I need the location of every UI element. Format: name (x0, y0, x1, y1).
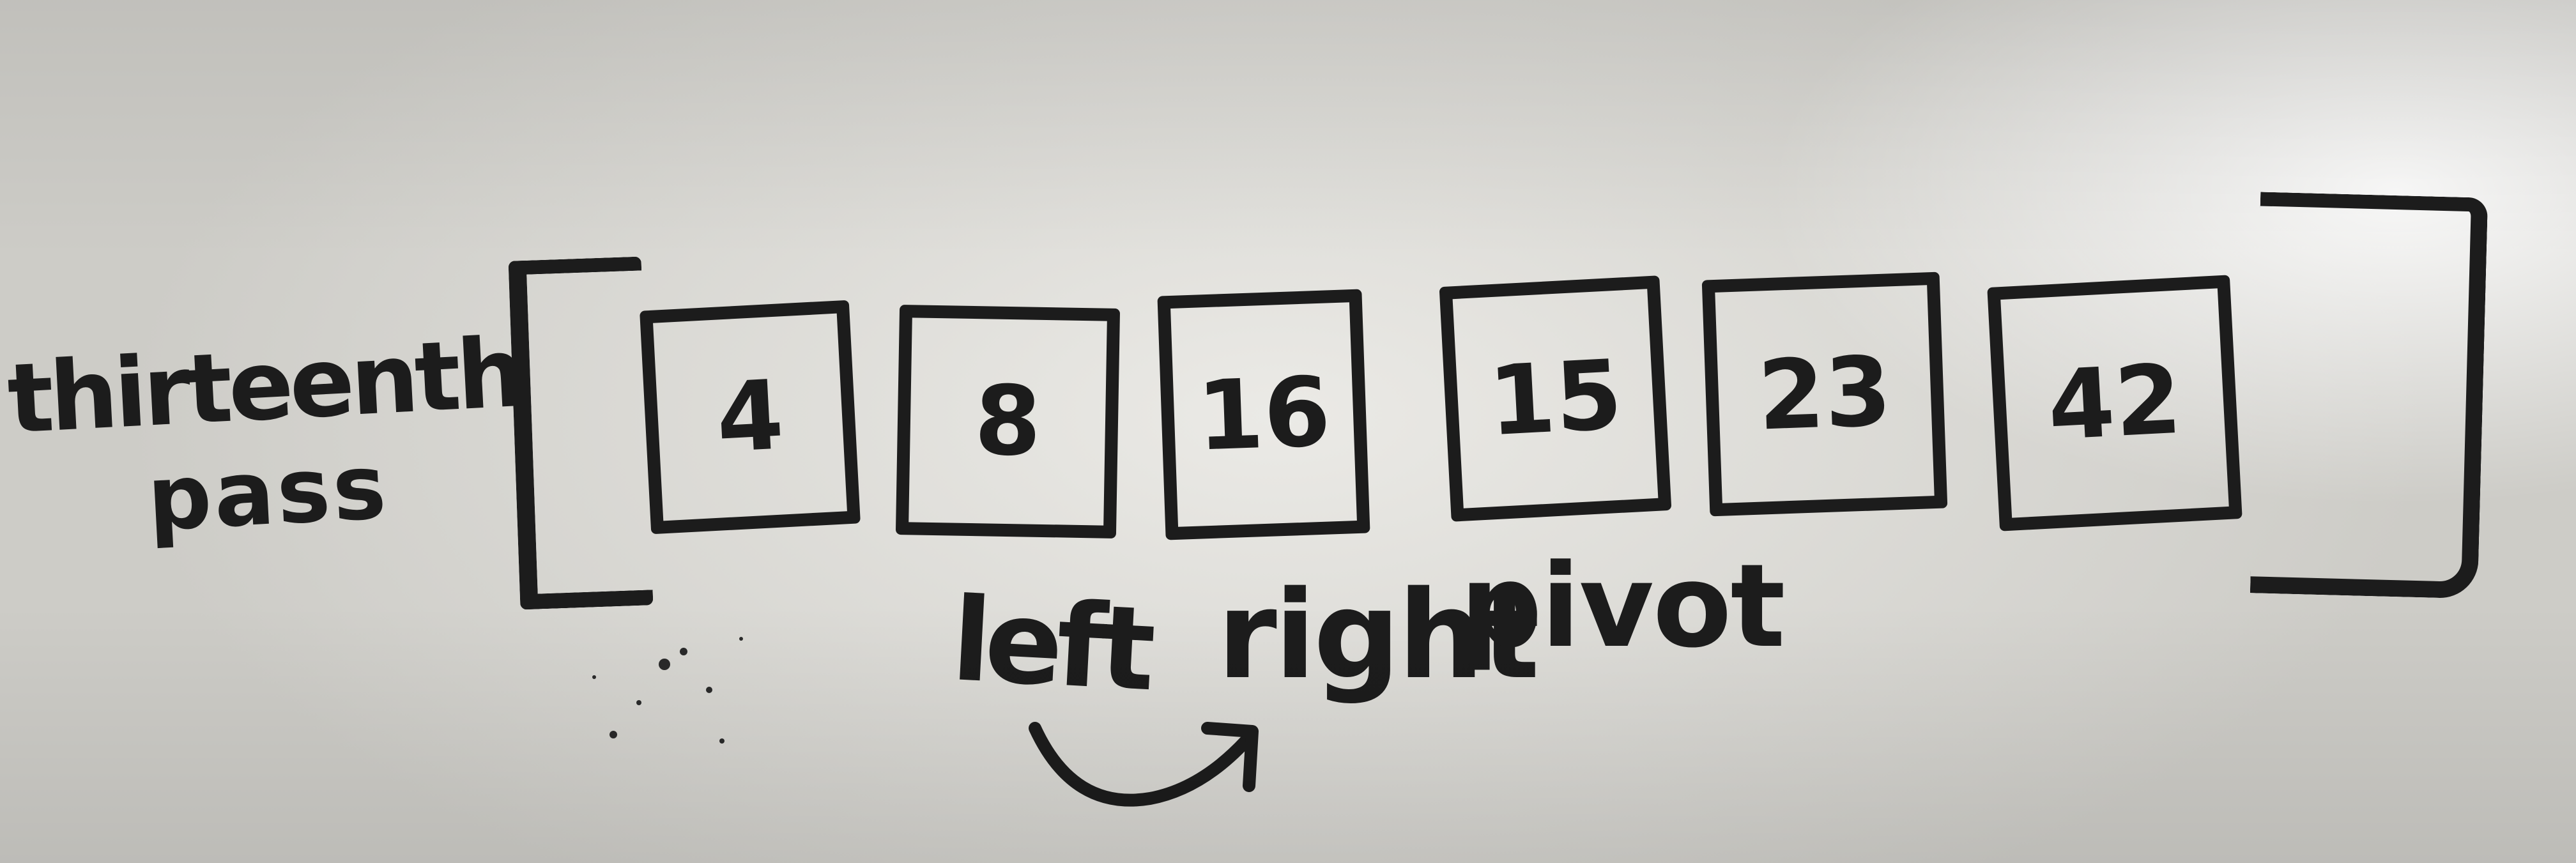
array-cell: 8 (895, 305, 1121, 538)
pass-label: thirteenth pass (5, 317, 530, 558)
right-bracket (2250, 192, 2488, 599)
marker-specks (592, 637, 743, 744)
array-cell-value: 15 (1485, 339, 1625, 458)
array-cell-value: 16 (1195, 356, 1333, 473)
array-cell: 15 (1439, 275, 1672, 522)
array-cell: 4 (640, 300, 861, 535)
whiteboard: thirteenth pass 4 8 16 15 23 42 left rig… (0, 0, 2576, 863)
array-cell-value: 23 (1756, 336, 1894, 452)
array-cell-value: 4 (714, 360, 786, 475)
array-cell-value: 8 (973, 365, 1043, 478)
array-cell-value: 42 (2045, 344, 2184, 462)
pass-label-line2: pass (144, 434, 392, 552)
pivot-pointer-label: pivot (1460, 540, 1786, 673)
array-cell: 42 (1987, 275, 2242, 531)
array-cell: 16 (1157, 289, 1370, 540)
curved-arrow-icon (1029, 722, 1259, 807)
left-bracket (508, 256, 654, 610)
left-pointer-label: left (948, 573, 1153, 717)
array-cell: 23 (1701, 271, 1948, 517)
